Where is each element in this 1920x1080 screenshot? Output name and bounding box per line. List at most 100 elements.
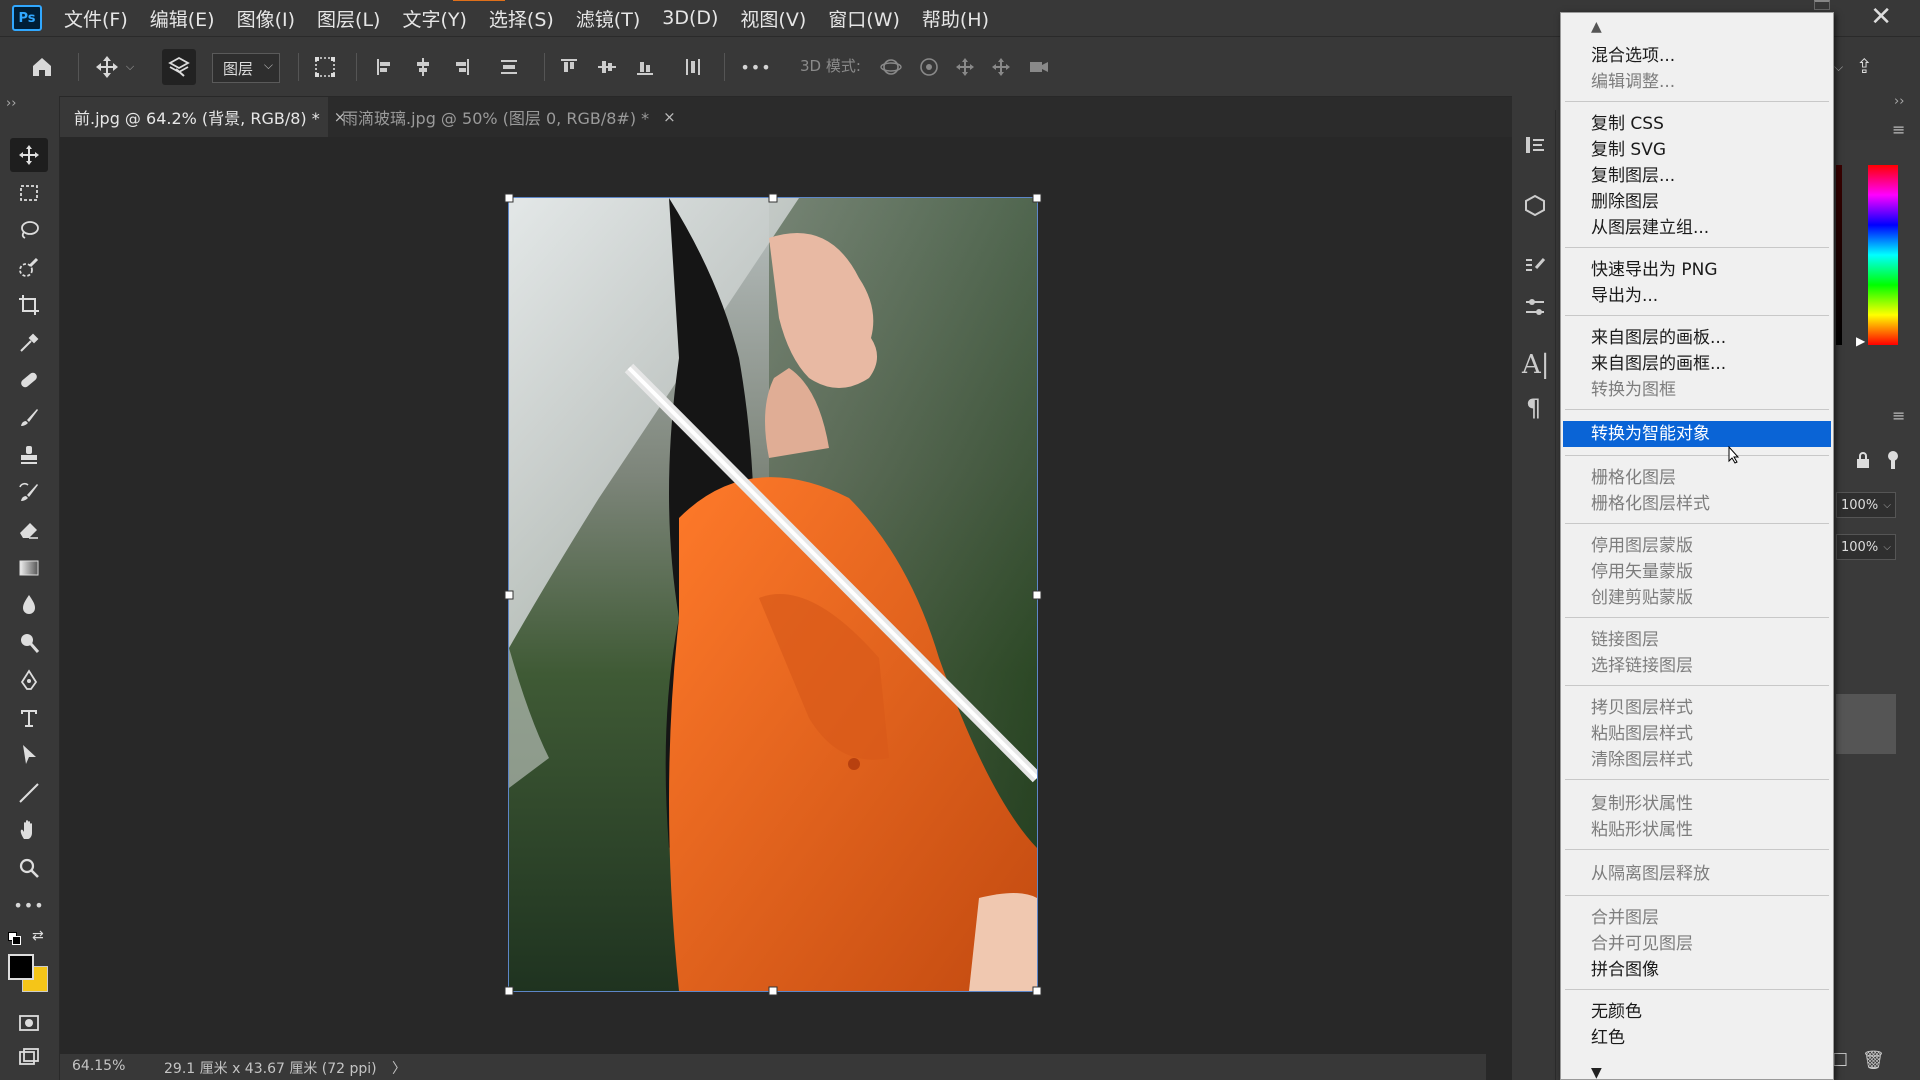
clone-stamp-icon[interactable] bbox=[10, 438, 48, 472]
menu-layer[interactable]: 图层(L) bbox=[317, 5, 380, 32]
menu-type[interactable]: 文字(Y) bbox=[402, 5, 466, 32]
status-menu-arrow[interactable]: 〉 bbox=[392, 1058, 406, 1078]
scroll-down-arrow-icon[interactable]: ▼ bbox=[1591, 1065, 1602, 1080]
menu-help[interactable]: 帮助(H) bbox=[922, 5, 989, 32]
swap-colors-icon[interactable]: ⇄ bbox=[32, 928, 44, 944]
menu-item-duplicate-layer[interactable]: 复制图层... bbox=[1563, 163, 1831, 189]
foreground-color-swatch[interactable] bbox=[8, 954, 34, 980]
menu-view[interactable]: 视图(V) bbox=[740, 5, 806, 32]
eraser-icon[interactable] bbox=[10, 513, 48, 547]
zoom-icon[interactable] bbox=[10, 851, 48, 885]
chevron-down-icon[interactable]: ⌵ bbox=[1883, 500, 1891, 511]
3d-camera-icon[interactable] bbox=[1024, 49, 1054, 85]
menu-item-delete-layer[interactable]: 删除图层 bbox=[1563, 189, 1831, 215]
quick-mask-icon[interactable] bbox=[10, 1006, 48, 1040]
home-icon[interactable] bbox=[22, 49, 62, 85]
window-close-icon[interactable]: ✕ bbox=[1870, 2, 1892, 32]
menu-item-group-from-layers[interactable]: 从图层建立组... bbox=[1563, 215, 1831, 241]
align-bottom-icon[interactable] bbox=[630, 49, 660, 85]
color-field[interactable] bbox=[1836, 165, 1842, 345]
menu-item-frame-from-layers[interactable]: 来自图层的画框... bbox=[1563, 351, 1831, 377]
menu-item-flatten-image[interactable]: 拼合图像 bbox=[1563, 957, 1831, 983]
menu-item-red[interactable]: 红色 bbox=[1563, 1025, 1831, 1051]
fill-field[interactable]: 100% ⌵ bbox=[1836, 534, 1896, 560]
line-icon[interactable] bbox=[10, 776, 48, 810]
screen-mode-icon[interactable] bbox=[10, 1040, 48, 1074]
default-colors-icon[interactable] bbox=[8, 932, 24, 946]
transform-controls-icon[interactable] bbox=[308, 49, 342, 85]
new-layer-icon[interactable]: ☐ bbox=[1832, 1050, 1848, 1071]
lock-all-icon[interactable] bbox=[1856, 452, 1870, 468]
3d-roll-icon[interactable] bbox=[914, 49, 944, 85]
layers-panel-menu-icon[interactable]: ≡ bbox=[1892, 406, 1905, 425]
align-top-icon[interactable] bbox=[554, 49, 584, 85]
brush-icon[interactable] bbox=[10, 401, 48, 435]
menu-select[interactable]: 选择(S) bbox=[452, 0, 554, 32]
3d-pan-icon[interactable] bbox=[950, 49, 980, 85]
hue-slider-marker-icon[interactable]: ▶ bbox=[1856, 334, 1865, 348]
share-icon[interactable]: ⇪ bbox=[1856, 54, 1873, 78]
menu-item-no-color[interactable]: 无颜色 bbox=[1563, 999, 1831, 1025]
distribute-icon[interactable] bbox=[494, 49, 524, 85]
3d-orbit-icon[interactable] bbox=[876, 49, 906, 85]
3d-panel-icon[interactable] bbox=[1524, 194, 1546, 217]
align-vertical-center-icon[interactable] bbox=[592, 49, 622, 85]
delete-layer-icon[interactable]: 🗑 bbox=[1862, 1050, 1885, 1071]
collapse-toolbar-icon[interactable]: ›› bbox=[6, 96, 16, 111]
opacity-field[interactable]: 100% ⌵ bbox=[1836, 492, 1896, 518]
gradient-icon[interactable] bbox=[10, 551, 48, 585]
history-panel-icon[interactable] bbox=[1524, 134, 1546, 156]
move-tool-icon[interactable] bbox=[10, 138, 48, 172]
lasso-icon[interactable] bbox=[10, 213, 48, 247]
menu-item-blending-options[interactable]: 混合选项... bbox=[1563, 43, 1831, 69]
transform-handle-top[interactable] bbox=[768, 193, 778, 203]
align-left-icon[interactable] bbox=[370, 49, 400, 85]
align-horizontal-center-icon[interactable] bbox=[408, 49, 438, 85]
move-options-icon[interactable]: ⌵ bbox=[88, 49, 140, 85]
distribute-vertical-icon[interactable] bbox=[678, 49, 708, 85]
fill-lock-icon[interactable] bbox=[1886, 450, 1900, 470]
menu-image[interactable]: 图像(I) bbox=[237, 5, 295, 32]
transform-handle-top-left[interactable] bbox=[504, 193, 514, 203]
menu-item-convert-to-smart-object[interactable]: 转换为智能对象 bbox=[1563, 421, 1831, 447]
menu-item-artboard-from-layers[interactable]: 来自图层的画板... bbox=[1563, 325, 1831, 351]
hue-slider[interactable] bbox=[1868, 165, 1898, 345]
transform-handle-top-right[interactable] bbox=[1032, 193, 1042, 203]
zoom-level[interactable]: 64.15% bbox=[72, 1058, 125, 1074]
quick-selection-icon[interactable] bbox=[10, 251, 48, 285]
expand-panels-icon[interactable]: ›› bbox=[1894, 94, 1904, 109]
tab-close-icon[interactable]: × bbox=[663, 108, 676, 126]
crop-icon[interactable] bbox=[10, 288, 48, 322]
align-right-icon[interactable] bbox=[446, 49, 476, 85]
transform-handle-left[interactable] bbox=[504, 590, 514, 600]
tab-document-2[interactable]: 雨滴玻璃.jpg @ 50% (图层 0, RGB/8#) * × bbox=[328, 97, 728, 137]
menu-filter[interactable]: 滤镜(T) bbox=[576, 5, 640, 32]
adjustments-panel-icon[interactable] bbox=[1524, 296, 1546, 318]
transform-handle-bottom-right[interactable] bbox=[1032, 986, 1042, 996]
menu-item-quick-export-png[interactable]: 快速导出为 PNG bbox=[1563, 257, 1831, 283]
3d-slide-icon[interactable] bbox=[986, 49, 1016, 85]
menu-window[interactable]: 窗口(W) bbox=[828, 5, 900, 32]
window-minimize-icon[interactable] bbox=[1814, 0, 1830, 10]
layer-thumbnail-row[interactable] bbox=[1836, 694, 1896, 754]
blur-icon[interactable] bbox=[10, 588, 48, 622]
transform-handle-bottom-left[interactable] bbox=[504, 986, 514, 996]
character-panel-icon[interactable]: A| bbox=[1522, 350, 1550, 380]
brush-settings-icon[interactable] bbox=[1524, 256, 1546, 278]
healing-brush-icon[interactable] bbox=[10, 363, 48, 397]
hand-icon[interactable] bbox=[10, 813, 48, 847]
menu-item-copy-svg[interactable]: 复制 SVG bbox=[1563, 137, 1831, 163]
menu-item-copy-css[interactable]: 复制 CSS bbox=[1563, 111, 1831, 137]
menu-3d[interactable]: 3D(D) bbox=[662, 7, 718, 29]
chevron-down-icon[interactable]: ⌵ bbox=[1834, 60, 1843, 75]
panel-menu-icon[interactable]: ≡ bbox=[1892, 120, 1905, 139]
auto-select-target-dropdown[interactable]: 图层 bbox=[212, 53, 280, 83]
type-icon[interactable] bbox=[10, 701, 48, 735]
tab-document-1[interactable]: 前.jpg @ 64.2% (背景, RGB/8) * × bbox=[60, 97, 346, 137]
more-options-icon[interactable]: ••• bbox=[738, 49, 774, 85]
menu-file[interactable]: 文件(F) bbox=[64, 5, 128, 32]
document-image[interactable] bbox=[508, 197, 1038, 992]
paragraph-panel-icon[interactable]: ¶ bbox=[1526, 394, 1541, 422]
eyedropper-icon[interactable] bbox=[10, 326, 48, 360]
chevron-down-icon[interactable]: ⌵ bbox=[1883, 542, 1891, 553]
